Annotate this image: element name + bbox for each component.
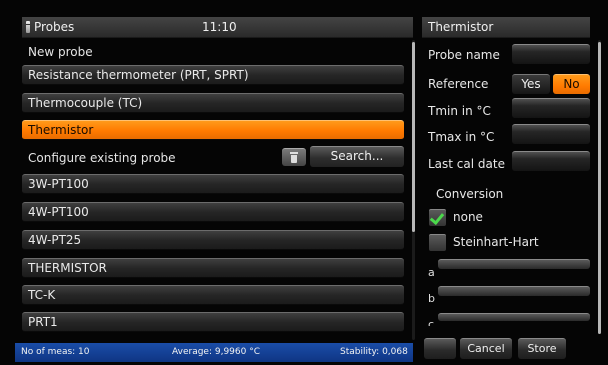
conversion-steinhart-checkbox[interactable]	[429, 234, 446, 251]
cancel-button[interactable]: Cancel	[460, 338, 512, 359]
last-cal-date-label: Last cal date	[428, 157, 505, 171]
new-probe-prt-option[interactable]: Resistance thermometer (PRT, SPRT)	[22, 65, 404, 85]
stability-value: Stability: 0,068	[340, 347, 408, 357]
checkmark-icon	[429, 209, 445, 226]
coefficient-a-input[interactable]	[438, 259, 590, 269]
new-probe-tc-option[interactable]: Thermocouple (TC)	[22, 93, 404, 113]
clock: 11:10	[202, 20, 237, 34]
coefficient-c-input[interactable]	[438, 313, 590, 321]
delete-probe-button[interactable]	[282, 148, 306, 166]
tmin-label: Tmin in °C	[428, 104, 491, 118]
average-value: Average: 9,9960 °C	[172, 347, 260, 357]
probe-list-scrollbar[interactable]	[412, 40, 415, 340]
coefficient-c-label: c	[428, 318, 435, 326]
search-button[interactable]: Search...	[310, 146, 404, 167]
details-title-bar: Thermistor	[422, 17, 590, 38]
reference-yes-button[interactable]: Yes	[512, 74, 550, 94]
new-probe-thermistor-option[interactable]: Thermistor	[22, 120, 404, 140]
coefficient-a-label: a	[428, 266, 435, 279]
probe-name-input[interactable]	[512, 44, 590, 64]
conversion-label: Conversion	[436, 187, 504, 201]
probe-list-scroll-thumb[interactable]	[412, 42, 415, 232]
new-probe-label: New probe	[28, 45, 93, 59]
status-bar: No of meas: 10 Average: 9,9960 °C Stabil…	[15, 343, 413, 362]
conversion-none-checkbox[interactable]	[429, 209, 446, 226]
details-scroll-thumb[interactable]	[598, 42, 601, 334]
configure-existing-label: Configure existing probe	[28, 151, 176, 165]
reference-no-button[interactable]: No	[553, 74, 590, 94]
blank-button[interactable]	[424, 338, 456, 359]
probes-screen: Probes 11:10 New probe Resistance thermo…	[0, 0, 608, 365]
page-title: Probes	[34, 20, 75, 34]
trash-icon	[290, 152, 298, 154]
tmax-label: Tmax in °C	[428, 130, 495, 144]
details-title: Thermistor	[428, 20, 494, 34]
probe-list-item[interactable]: PRT1	[22, 312, 404, 332]
probe-icon	[26, 21, 30, 33]
probe-list-item[interactable]: 3W-PT100	[22, 174, 404, 194]
tmin-input[interactable]	[512, 98, 590, 118]
tmax-input[interactable]	[512, 124, 590, 144]
reference-label: Reference	[428, 77, 489, 91]
last-cal-date-input[interactable]	[512, 151, 590, 171]
details-scrollbar[interactable]	[598, 40, 601, 334]
probe-list-item[interactable]: 4W-PT25	[22, 230, 404, 250]
conversion-none-label: none	[453, 210, 483, 224]
probes-title-bar: Probes 11:10	[22, 17, 413, 38]
probe-list-item[interactable]: THERMISTOR	[22, 258, 404, 278]
probe-name-label: Probe name	[428, 48, 500, 62]
store-button[interactable]: Store	[518, 338, 566, 359]
coefficient-b-label: b	[428, 292, 435, 305]
conversion-steinhart-label: Steinhart-Hart	[453, 235, 539, 249]
measurement-count: No of meas: 10	[21, 347, 90, 357]
probe-list-item[interactable]: 4W-PT100	[22, 202, 404, 222]
probe-list-item[interactable]: TC-K	[22, 285, 404, 305]
coefficient-b-input[interactable]	[438, 286, 590, 296]
